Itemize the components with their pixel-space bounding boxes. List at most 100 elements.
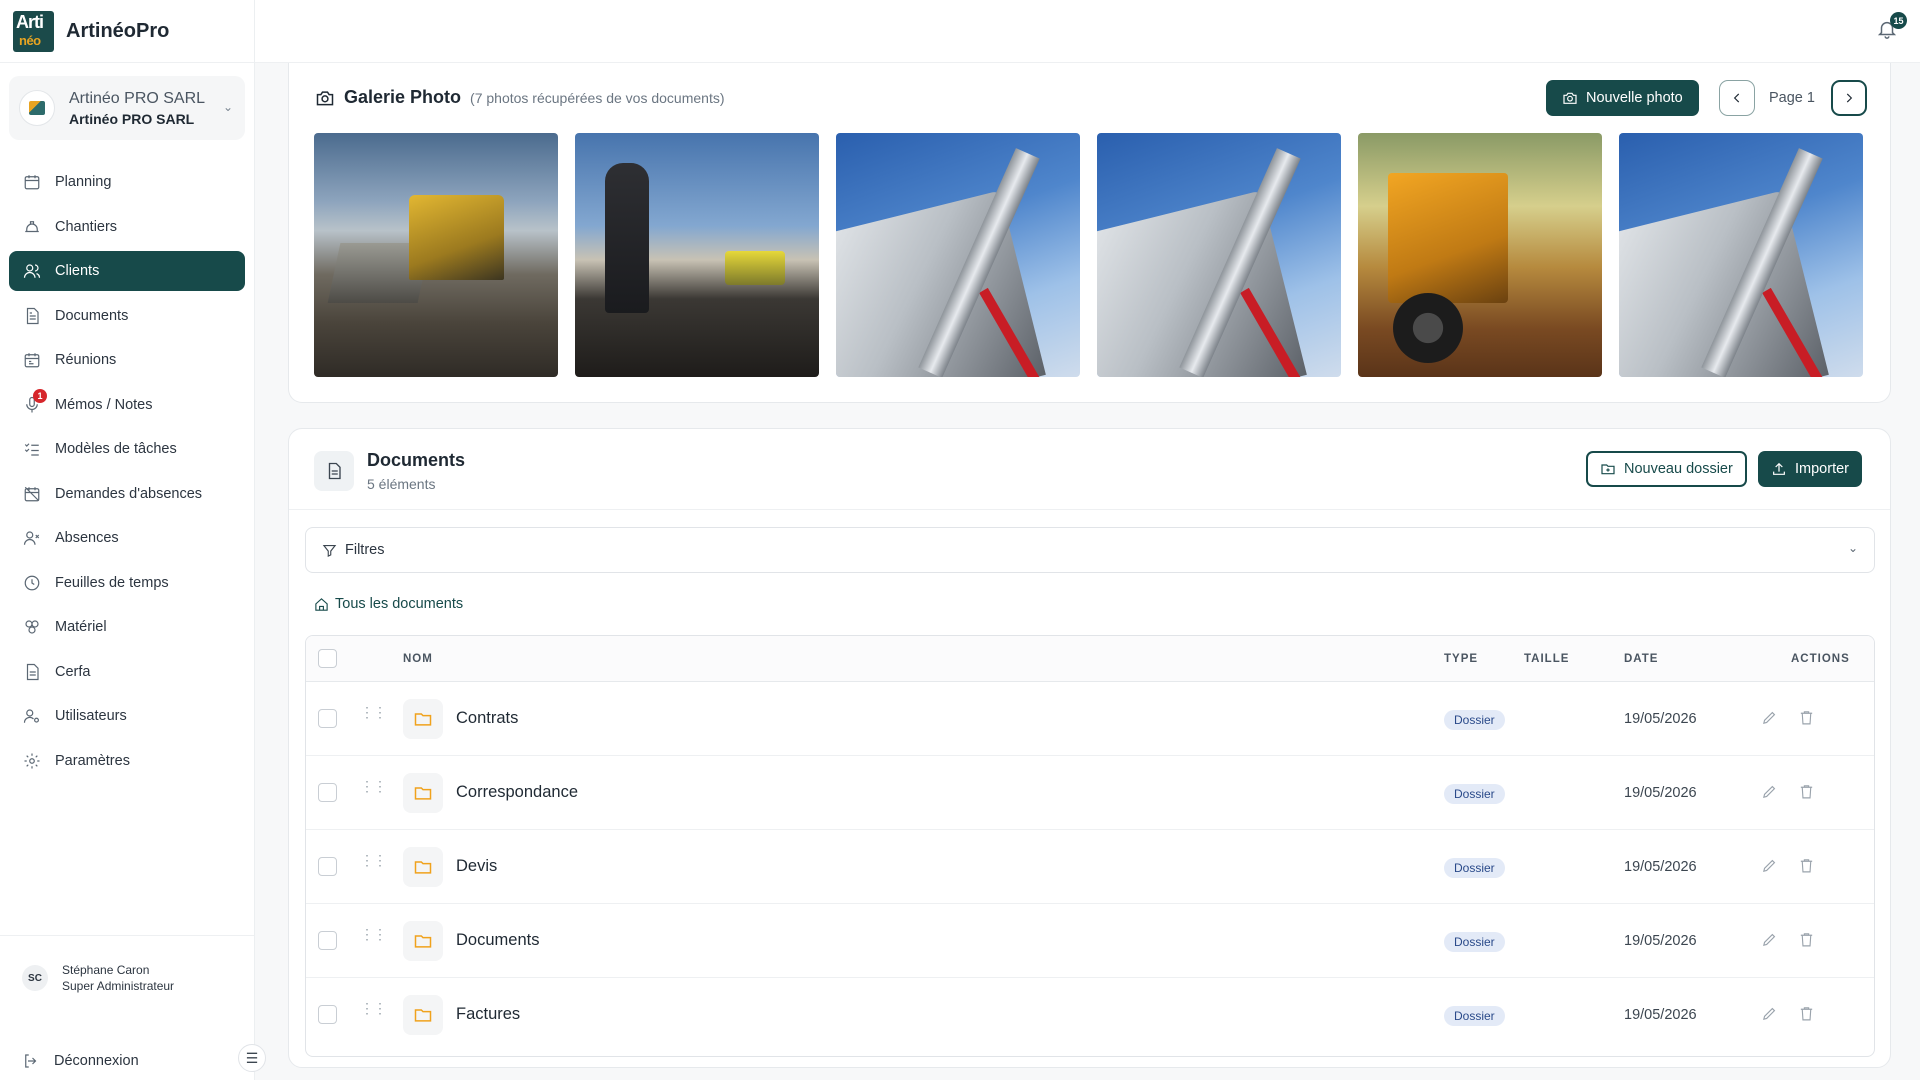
sidebar-item-cerfa[interactable]: Cerfa (9, 652, 245, 692)
edit-icon[interactable] (1761, 709, 1779, 727)
page-indicator: Page 1 (1769, 90, 1815, 106)
column-header-type[interactable]: TYPE (1444, 653, 1478, 665)
calendar-meeting-icon (22, 350, 42, 370)
breadcrumb-root: Tous les documents (335, 596, 464, 612)
folder-icon (403, 995, 443, 1035)
user-x-icon (22, 528, 42, 548)
logout-button[interactable]: Déconnexion (22, 1052, 139, 1070)
table-header: NOM TYPE TAILLE DATE ACTIONS (306, 636, 1874, 682)
sidebar-item-planning[interactable]: Planning (9, 162, 245, 202)
sidebar-item-clients[interactable]: Clients (9, 251, 245, 291)
row-checkbox[interactable] (318, 857, 337, 876)
sidebar-item-parametres[interactable]: Paramètres (9, 741, 245, 781)
documents-count: 5 éléments (367, 476, 436, 492)
trash-icon[interactable] (1798, 931, 1816, 949)
users-icon (22, 261, 42, 281)
sidebar-item-label: Chantiers (55, 218, 118, 235)
drag-handle-icon[interactable]: ⋮⋮ (360, 927, 387, 941)
sidebar-item-reunions[interactable]: Réunions (9, 340, 245, 380)
memos-badge: 1 (33, 388, 47, 403)
photo-thumbnail-loader[interactable] (1358, 133, 1602, 377)
table-row[interactable]: ⋮⋮ Factures Dossier 19/05/2026 (306, 978, 1874, 1052)
row-checkbox[interactable] (318, 783, 337, 802)
hard-hat-icon (22, 217, 42, 237)
next-page-button[interactable] (1831, 80, 1867, 116)
sidebar-item-materiel[interactable]: Matériel (9, 607, 245, 647)
row-checkbox[interactable] (318, 709, 337, 728)
photo-thumbnail-crane[interactable] (1619, 133, 1863, 377)
filters-toggle[interactable]: Filtres ⌄ (305, 527, 1875, 573)
row-name[interactable]: Devis (456, 857, 497, 876)
sidebar-item-label: Matériel (55, 619, 107, 635)
type-badge: Dossier (1444, 1006, 1505, 1026)
tools-icon (22, 617, 42, 637)
table-row[interactable]: ⋮⋮ Documents Dossier 19/05/2026 (306, 904, 1874, 978)
current-user[interactable]: SC Stéphane Caron Super Administrateur (0, 935, 254, 1020)
row-date: 19/05/2026 (1624, 859, 1697, 875)
photo-gallery: Galerie Photo (7 photos récupérées de vo… (288, 63, 1891, 403)
drag-handle-icon[interactable]: ⋮⋮ (360, 779, 387, 793)
upload-icon (1773, 462, 1785, 475)
company-switcher[interactable]: Artinéo PRO SARL Artinéo PRO SARL ⌄ (9, 76, 245, 140)
drag-handle-icon[interactable]: ⋮⋮ (360, 1001, 387, 1015)
trash-icon[interactable] (1798, 709, 1816, 727)
row-name[interactable]: Documents (456, 931, 539, 950)
sidebar-item-feuilles-temps[interactable]: Feuilles de temps (9, 563, 245, 603)
chevron-left-icon (1733, 93, 1740, 103)
calendar-icon (22, 172, 42, 192)
sidebar-item-documents[interactable]: Documents (9, 296, 245, 336)
sidebar-item-modeles-taches[interactable]: Modèles de tâches (9, 429, 245, 469)
trash-icon[interactable] (1798, 1005, 1816, 1023)
sidebar-item-memos[interactable]: 1 Mémos / Notes (9, 385, 245, 425)
row-name[interactable]: Factures (456, 1005, 520, 1024)
edit-icon[interactable] (1761, 857, 1779, 875)
file-text-icon (22, 662, 42, 682)
breadcrumb[interactable]: Tous les documents (314, 596, 463, 612)
new-folder-button[interactable]: Nouveau dossier (1586, 451, 1747, 487)
folder-icon (403, 921, 443, 961)
new-photo-button[interactable]: Nouvelle photo (1546, 80, 1699, 116)
prev-page-button[interactable] (1719, 80, 1755, 116)
sidebar-item-chantiers[interactable]: Chantiers (9, 207, 245, 247)
sidebar-item-demandes-absences[interactable]: Demandes d'absences (9, 474, 245, 514)
logo-text-bottom: néo (19, 32, 41, 48)
column-header-size[interactable]: TAILLE (1524, 653, 1569, 665)
sidebar-item-label: Cerfa (55, 663, 91, 680)
row-date: 19/05/2026 (1624, 1007, 1697, 1023)
notifications-button[interactable]: 15 (1876, 12, 1907, 44)
row-name[interactable]: Correspondance (456, 783, 578, 802)
row-checkbox[interactable] (318, 931, 337, 950)
edit-icon[interactable] (1761, 1005, 1779, 1023)
photo-thumbnail-crane[interactable] (1097, 133, 1341, 377)
edit-icon[interactable] (1761, 783, 1779, 801)
sidebar-item-absences[interactable]: Absences (9, 518, 245, 558)
documents-panel: Documents 5 éléments Nouveau dossier Imp… (288, 428, 1891, 1068)
company-avatar (19, 90, 55, 126)
photo-thumbnail-road-workers[interactable] (575, 133, 819, 377)
user-name: Stéphane Caron (62, 963, 150, 977)
drag-handle-icon[interactable]: ⋮⋮ (360, 853, 387, 867)
trash-icon[interactable] (1798, 857, 1816, 875)
photo-thumbnail-bulldozer[interactable] (314, 133, 558, 377)
table-row[interactable]: ⋮⋮ Contrats Dossier 19/05/2026 (306, 682, 1874, 756)
new-photo-label: Nouvelle photo (1586, 90, 1683, 106)
trash-icon[interactable] (1798, 783, 1816, 801)
row-checkbox[interactable] (318, 1005, 337, 1024)
select-all-checkbox[interactable] (318, 649, 337, 668)
sidebar-item-utilisateurs[interactable]: Utilisateurs (9, 696, 245, 736)
sidebar-item-label: Feuilles de temps (55, 574, 169, 591)
brand[interactable]: Arti néo ArtinéoPro (0, 0, 254, 63)
row-name[interactable]: Contrats (456, 709, 518, 728)
menu-icon[interactable]: ☰ (238, 1044, 266, 1072)
gear-icon (22, 751, 42, 771)
column-header-date[interactable]: DATE (1624, 653, 1658, 665)
import-button[interactable]: Importer (1758, 451, 1862, 487)
column-header-name[interactable]: NOM (403, 653, 433, 665)
sidebar-nav: Planning Chantiers Clients Documents Réu… (0, 162, 254, 781)
table-row[interactable]: ⋮⋮ Devis Dossier 19/05/2026 (306, 830, 1874, 904)
drag-handle-icon[interactable]: ⋮⋮ (360, 705, 387, 719)
sidebar-item-label: Clients (55, 263, 100, 279)
table-row[interactable]: ⋮⋮ Correspondance Dossier 19/05/2026 (306, 756, 1874, 830)
edit-icon[interactable] (1761, 931, 1779, 949)
photo-thumbnail-crane[interactable] (836, 133, 1080, 377)
